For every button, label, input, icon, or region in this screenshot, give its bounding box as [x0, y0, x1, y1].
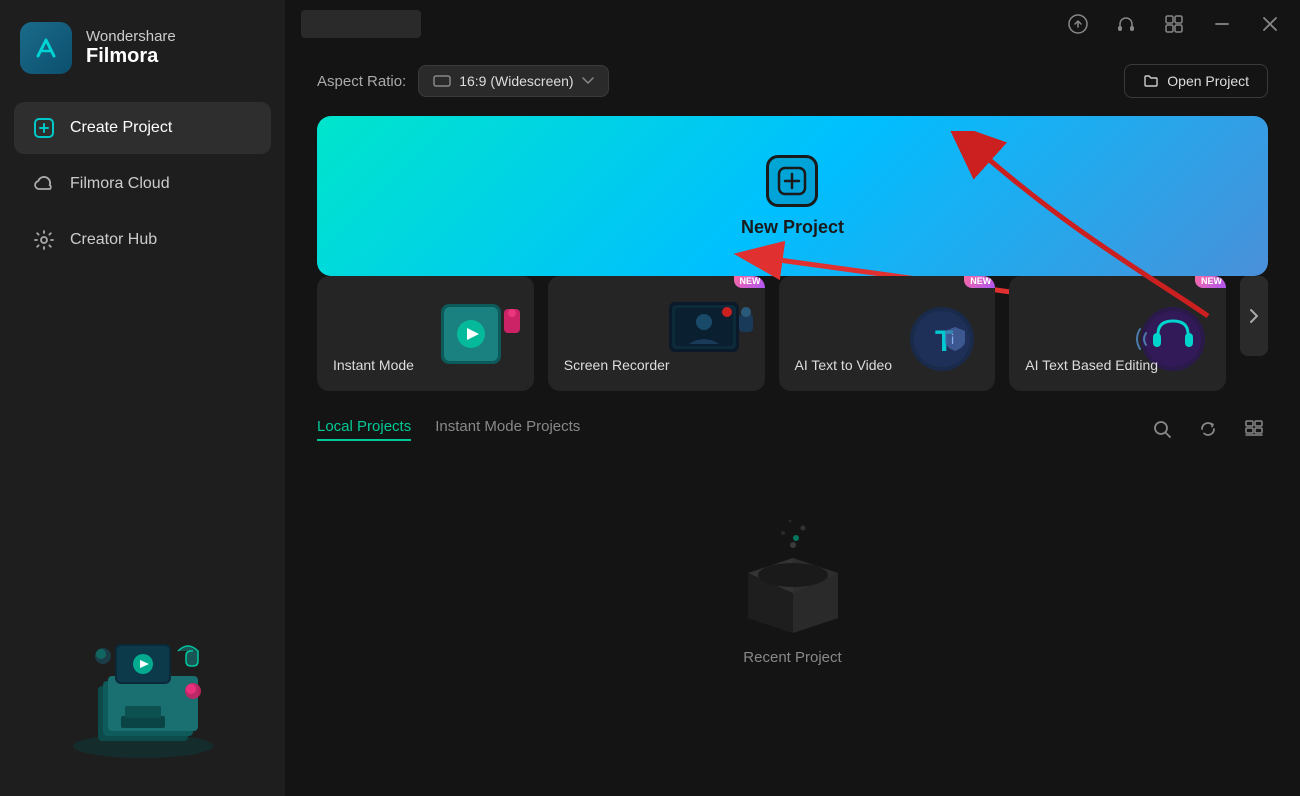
logo-icon: [20, 22, 72, 74]
refresh-icon: [1199, 420, 1217, 438]
aspect-ratio-value: 16:9 (Widescreen): [459, 73, 573, 89]
tabs-actions: [1148, 415, 1268, 443]
sidebar-item-create-project[interactable]: Create Project: [14, 102, 271, 154]
feature-card-image-instant: [415, 276, 534, 391]
open-project-button[interactable]: Open Project: [1124, 64, 1268, 98]
new-project-label: New Project: [741, 217, 844, 238]
new-project-banner[interactable]: New Project: [317, 116, 1268, 276]
view-toggle-button[interactable]: [1240, 415, 1268, 443]
empty-state-label: Recent Project: [743, 649, 841, 666]
banner-container: New Project: [317, 116, 1268, 276]
aspect-ratio-icon: [433, 75, 451, 87]
refresh-button[interactable]: [1194, 415, 1222, 443]
feature-card-label-screen: Screen Recorder: [564, 357, 749, 373]
empty-state: Recent Project: [317, 463, 1268, 706]
svg-text:i: i: [951, 331, 954, 347]
sidebar-item-label-filmora-cloud: Filmora Cloud: [70, 175, 170, 193]
filmora-cloud-icon: [32, 172, 56, 196]
tab-instant-mode-projects[interactable]: Instant Mode Projects: [435, 418, 580, 441]
new-project-icon: [766, 155, 818, 207]
tabs-list: Local Projects Instant Mode Projects: [317, 418, 580, 441]
chevron-down-icon: [582, 77, 594, 85]
app-name: Wondershare Filmora: [86, 28, 176, 68]
app-name-line1: Wondershare: [86, 28, 176, 45]
chevron-right-icon: [1249, 308, 1259, 324]
feature-card-label-ai-video: AI Text to Video: [795, 357, 980, 373]
window-controls: [1064, 10, 1284, 38]
sidebar-illustration: [0, 556, 285, 796]
sidebar-item-label-creator-hub: Creator Hub: [70, 231, 157, 249]
feature-card-label-ai-editing: AI Text Based Editing: [1025, 357, 1210, 373]
feature-card-instant-mode[interactable]: Instant Mode: [317, 276, 534, 391]
illustration-svg: [43, 576, 243, 776]
plus-icon: [777, 166, 807, 196]
search-icon: [1153, 420, 1171, 438]
sidebar-item-label-create-project: Create Project: [70, 119, 172, 137]
search-bar[interactable]: [301, 10, 421, 38]
minimize-button[interactable]: [1208, 10, 1236, 38]
create-project-icon: [32, 116, 56, 140]
aspect-ratio-row: Aspect Ratio: 16:9 (Widescreen) Open Pro…: [317, 64, 1268, 98]
app-name-line2: Filmora: [86, 45, 176, 68]
feature-card-ai-text-video[interactable]: NEW AI Text to Video T i: [779, 276, 996, 391]
aspect-ratio-label: Aspect Ratio:: [317, 73, 406, 90]
sidebar-item-creator-hub[interactable]: Creator Hub: [14, 214, 271, 266]
feature-card-image-ai-editing: [1107, 276, 1226, 391]
app-logo: Wondershare Filmora: [0, 0, 285, 102]
title-bar: [285, 0, 1300, 48]
feature-card-image-screen: [645, 276, 764, 391]
open-project-label: Open Project: [1167, 73, 1249, 89]
new-project-content: New Project: [741, 155, 844, 238]
main-content: Aspect Ratio: 16:9 (Widescreen) Open Pro…: [285, 0, 1300, 796]
grid-view-icon: [1245, 420, 1263, 438]
feature-card-screen-recorder[interactable]: NEW Screen Recorder: [548, 276, 765, 391]
feature-card-label-instant: Instant Mode: [333, 357, 518, 373]
sidebar: Wondershare Filmora Create Project Filmo…: [0, 0, 285, 796]
folder-icon: [1143, 73, 1159, 89]
tabs-row: Local Projects Instant Mode Projects: [317, 415, 1268, 443]
search-projects-button[interactable]: [1148, 415, 1176, 443]
headset-button[interactable]: [1112, 10, 1140, 38]
scroll-right-button[interactable]: [1240, 276, 1268, 356]
grid-button[interactable]: [1160, 10, 1188, 38]
tab-local-projects[interactable]: Local Projects: [317, 418, 411, 441]
sidebar-nav: Create Project Filmora Cloud Creator Hub: [0, 102, 285, 266]
upload-button[interactable]: [1064, 10, 1092, 38]
empty-box-illustration: [718, 503, 868, 633]
aspect-ratio-select[interactable]: 16:9 (Widescreen): [418, 65, 608, 97]
feature-cards-row: Instant Mode NEW Screen Recorder: [317, 276, 1268, 391]
sidebar-item-filmora-cloud[interactable]: Filmora Cloud: [14, 158, 271, 210]
feature-card-ai-text-editing[interactable]: NEW AI Text Based Editing: [1009, 276, 1226, 391]
content-area: Aspect Ratio: 16:9 (Widescreen) Open Pro…: [285, 48, 1300, 796]
creator-hub-icon: [32, 228, 56, 252]
close-button[interactable]: [1256, 10, 1284, 38]
feature-card-image-ai-video: T i: [876, 276, 995, 391]
